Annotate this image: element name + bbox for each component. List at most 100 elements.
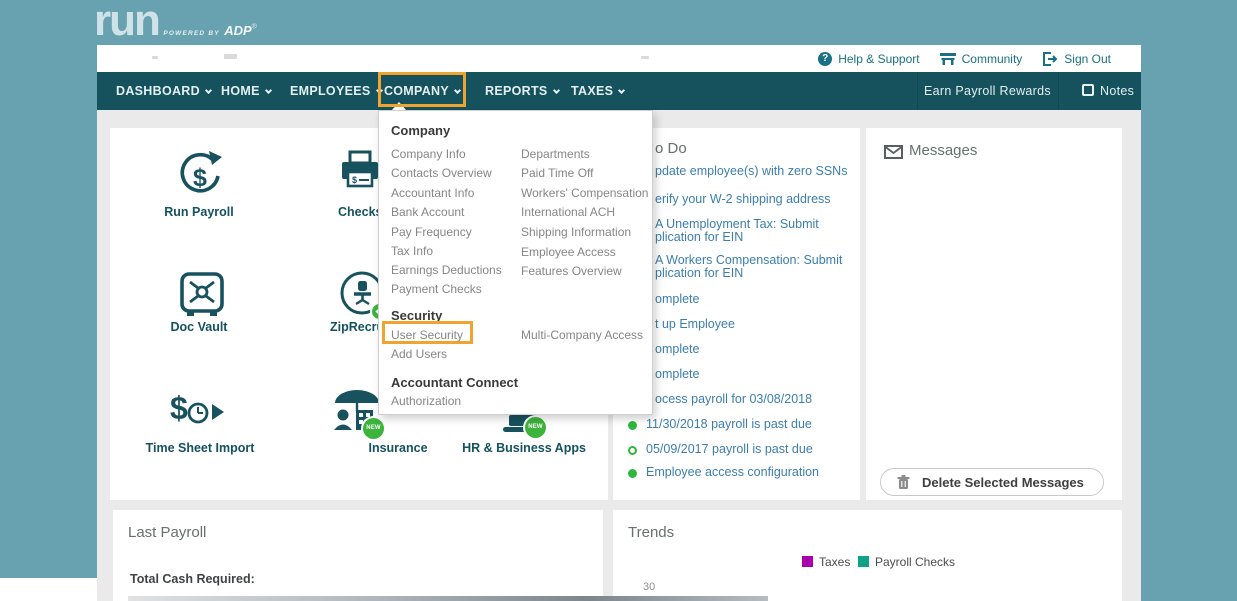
run-payroll-label: Run Payroll: [149, 205, 249, 219]
company-highlight-box: COMPANY: [378, 72, 466, 107]
nav-taxes-label: TAXES: [571, 84, 613, 98]
svg-text:$: $: [352, 175, 357, 185]
right-frame-band: [1141, 0, 1237, 601]
trash-icon: [897, 475, 910, 490]
time-sheet-import-label: Time Sheet Import: [140, 441, 260, 455]
todo-item[interactable]: omplete: [655, 293, 699, 306]
menu-item-workers-compensation[interactable]: Workers' Compensation: [521, 186, 648, 200]
adp-logo-text: ADP: [224, 23, 251, 38]
left-frame-band: [0, 0, 97, 578]
menu-item-company-info[interactable]: Company Info: [391, 147, 466, 161]
trends-card: Trends Taxes Payroll Checks 30: [613, 510, 1122, 601]
menu-item-employee-access[interactable]: Employee Access: [521, 245, 616, 259]
menu-section-company: Company: [391, 123, 450, 138]
todo-item-text: 11/30/2018 payroll is past due: [646, 418, 812, 431]
insurance-label: Insurance: [348, 441, 448, 455]
todo-item[interactable]: omplete: [655, 343, 699, 356]
notes-icon: [1082, 84, 1094, 96]
menu-item-payment-checks[interactable]: Payment Checks: [391, 282, 482, 296]
todo-item-text: plication for EIN: [655, 267, 842, 280]
todo-item[interactable]: A Unemployment Tax: Submitplication for …: [655, 218, 819, 244]
legend-label-payroll-checks: Payroll Checks: [875, 555, 955, 569]
last-payroll-title: Last Payroll: [128, 524, 206, 541]
menu-item-tax-info[interactable]: Tax Info: [391, 244, 433, 258]
trends-title: Trends: [628, 524, 674, 541]
menu-item-contacts-overview[interactable]: Contacts Overview: [391, 166, 492, 180]
community-icon: [940, 52, 956, 65]
run-logo: run POWERED BY ADP®: [94, 0, 257, 46]
menu-item-user-security[interactable]: User Security: [391, 328, 463, 342]
doc-vault-icon: [179, 271, 225, 319]
checks-printer-icon: $: [336, 150, 384, 198]
nav-dashboard[interactable]: DASHBOARD: [116, 84, 211, 98]
utility-bar: ? Help & Support Community Sign Out: [97, 45, 1141, 72]
nav-taxes[interactable]: TAXES: [571, 84, 624, 98]
todo-bullet: [628, 469, 637, 478]
svg-text:$: $: [193, 164, 207, 192]
todo-item[interactable]: t up Employee: [655, 318, 735, 331]
todo-item[interactable]: ocess payroll for 03/08/2018: [655, 393, 812, 406]
todo-item[interactable]: erify your W-2 shipping address: [655, 193, 831, 206]
menu-item-authorization[interactable]: Authorization: [391, 394, 461, 408]
todo-item-text: Employee access configuration: [646, 466, 819, 479]
redacted-text-smudge: [224, 54, 237, 59]
menu-item-add-users[interactable]: Add Users: [391, 347, 447, 361]
messages-title: Messages: [909, 142, 977, 159]
todo-item-text: omplete: [655, 368, 699, 381]
menu-item-international-ach[interactable]: International ACH: [521, 205, 615, 219]
doc-vault-label: Doc Vault: [149, 320, 249, 334]
notes-link[interactable]: Notes: [1100, 84, 1134, 98]
todo-item-text: omplete: [655, 343, 699, 356]
todo-item-text: 05/09/2017 payroll is past due: [646, 443, 813, 456]
run-payroll-icon: $: [176, 148, 224, 202]
menu-item-shipping-information[interactable]: Shipping Information: [521, 225, 631, 239]
todo-item[interactable]: Employee access configuration: [646, 466, 819, 479]
delete-selected-messages-button[interactable]: Delete Selected Messages: [880, 468, 1104, 496]
menu-item-departments[interactable]: Departments: [521, 147, 590, 161]
community-link[interactable]: Community: [940, 52, 1023, 66]
menu-item-multi-company-access[interactable]: Multi-Company Access: [521, 328, 643, 342]
menu-item-features-overview[interactable]: Features Overview: [521, 264, 622, 278]
last-payroll-card: Last Payroll Total Cash Required:: [113, 510, 603, 601]
chevron-down-icon: [265, 87, 272, 94]
menu-item-pay-frequency[interactable]: Pay Frequency: [391, 225, 472, 239]
menu-item-paid-time-off[interactable]: Paid Time Off: [521, 166, 593, 180]
hr-apps-new-badge: NEW: [525, 417, 546, 438]
todo-title: o Do: [655, 140, 687, 157]
sign-out-link[interactable]: Sign Out: [1042, 52, 1111, 66]
legend-swatch-taxes: [802, 556, 813, 567]
todo-item[interactable]: 05/09/2017 payroll is past due: [646, 443, 813, 456]
earn-payroll-rewards-label: Earn Payroll Rewards: [924, 84, 1051, 98]
chevron-down-icon: [618, 87, 625, 94]
earn-payroll-rewards-link[interactable]: Earn Payroll Rewards: [917, 84, 1058, 98]
todo-item[interactable]: A Workers Compensation: Submitplication …: [655, 254, 842, 280]
todo-bullet-open: [628, 446, 637, 455]
todo-item[interactable]: omplete: [655, 368, 699, 381]
company-dropdown-menu: Company Company Info Contacts Overview A…: [378, 110, 653, 415]
menu-item-earnings-deductions[interactable]: Earnings Deductions: [391, 263, 502, 277]
nav-employees[interactable]: EMPLOYEES: [290, 84, 382, 98]
todo-item-text: ocess payroll for 03/08/2018: [655, 393, 812, 406]
help-support-link[interactable]: ? Help & Support: [818, 52, 919, 66]
envelope-icon: [884, 145, 903, 159]
total-cash-required-label: Total Cash Required:: [130, 572, 255, 586]
time-sheet-import-icon: $: [168, 390, 228, 426]
todo-item-text: omplete: [655, 293, 699, 306]
nav-reports[interactable]: REPORTS: [485, 84, 559, 98]
menu-item-accountant-info[interactable]: Accountant Info: [391, 186, 474, 200]
todo-item-text: pdate employee(s) with zero SSNs: [655, 165, 847, 178]
todo-bullet: [628, 421, 637, 430]
menu-item-bank-account[interactable]: Bank Account: [391, 205, 464, 219]
nav-company[interactable]: COMPANY: [381, 84, 463, 98]
insurance-new-badge: NEW: [363, 418, 384, 439]
todo-item-text: plication for EIN: [655, 231, 819, 244]
messages-card: Messages Delete Selected Messages: [866, 128, 1122, 500]
delete-selected-messages-label: Delete Selected Messages: [922, 475, 1084, 490]
nav-home[interactable]: HOME: [221, 84, 271, 98]
nav-company-label: COMPANY: [384, 84, 449, 98]
legend-label-taxes: Taxes: [819, 555, 850, 569]
nav-employees-label: EMPLOYEES: [290, 84, 371, 98]
todo-item[interactable]: 11/30/2018 payroll is past due: [646, 418, 812, 431]
todo-item-text: erify your W-2 shipping address: [655, 193, 831, 206]
todo-item[interactable]: pdate employee(s) with zero SSNs: [655, 165, 847, 178]
